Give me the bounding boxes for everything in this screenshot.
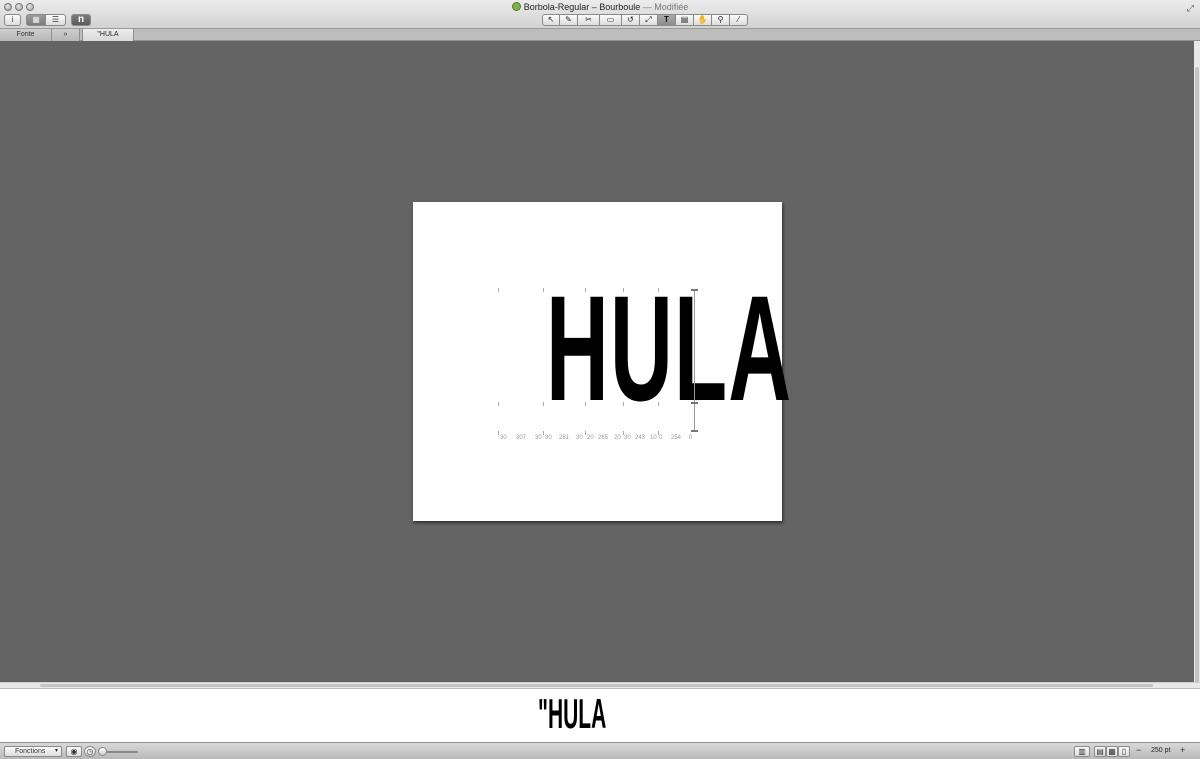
zoom-in-button[interactable]: + bbox=[1180, 745, 1185, 755]
measure-icon[interactable]: ⁄ bbox=[730, 14, 748, 26]
metric-tick bbox=[585, 431, 586, 435]
tab-hula[interactable]: "HULA bbox=[82, 29, 134, 41]
advance-width-line[interactable] bbox=[694, 290, 695, 431]
metric-tick bbox=[658, 402, 659, 406]
tab-overflow[interactable]: » bbox=[52, 29, 80, 41]
metric-value: 30 bbox=[500, 435, 507, 441]
document-name: Borbola-Regular – Bourboule bbox=[523, 2, 641, 12]
vertical-scroll-thumb[interactable] bbox=[1195, 67, 1199, 687]
metric-value: 30 bbox=[535, 435, 542, 441]
pen-icon[interactable]: ✎ bbox=[560, 14, 578, 26]
text-icon[interactable]: T bbox=[658, 14, 676, 26]
modified-status: — Modifiée bbox=[640, 2, 689, 12]
view-mode-segment: ▦ ☰ bbox=[26, 14, 66, 26]
functions-label: Fonctions bbox=[15, 748, 46, 755]
chevron-down-icon: ▾ bbox=[54, 748, 58, 754]
preview-size-label[interactable]: 250 pt bbox=[1151, 747, 1170, 754]
list-view-button[interactable]: ☰ bbox=[46, 14, 66, 26]
metric-value: 30 bbox=[624, 435, 631, 441]
metric-value: 30 bbox=[576, 435, 583, 441]
metric-value: 265 bbox=[598, 435, 609, 441]
metric-value: 10 bbox=[650, 435, 657, 441]
metric-value: 0 bbox=[689, 435, 693, 441]
eye-icon[interactable]: ◉ bbox=[66, 746, 82, 757]
rotate-icon[interactable]: ↺ bbox=[622, 14, 640, 26]
metric-value: 20 bbox=[614, 435, 621, 441]
rectangle-icon[interactable]: ▭ bbox=[600, 14, 622, 26]
scissors-icon[interactable]: ✂ bbox=[578, 14, 600, 26]
preview-text: "HULA bbox=[538, 690, 607, 737]
window-title: Borbola-Regular – Bourboule — Modifiée bbox=[0, 2, 1200, 12]
title-bar: Borbola-Regular – Bourboule — Modifiée ⤢… bbox=[0, 0, 1200, 29]
metric-tick bbox=[498, 431, 499, 435]
align-center-icon[interactable]: ▦ bbox=[1106, 746, 1118, 757]
metric-value: 281 bbox=[559, 435, 570, 441]
metric-tick bbox=[543, 431, 544, 435]
annotation-icon[interactable]: ▤ bbox=[676, 14, 694, 26]
fullscreen-icon[interactable]: ⤢ bbox=[1187, 3, 1194, 14]
info-button[interactable]: i bbox=[4, 14, 21, 26]
metric-tick bbox=[585, 288, 586, 292]
preview-size-slider-track[interactable] bbox=[104, 751, 138, 753]
zoom-out-button[interactable]: − bbox=[1136, 745, 1141, 755]
glyph-text[interactable]: HULA bbox=[546, 273, 792, 423]
glyph-page[interactable]: HULA 30 307 30 30 281 30 20 265 20 30 24… bbox=[413, 202, 791, 521]
advance-width-handle-bottom[interactable] bbox=[691, 430, 698, 432]
bottom-bar: Fonctions ▾ ◉ ◷ ▥ ▤ ▦ ▯ − 250 pt + bbox=[0, 742, 1200, 759]
metric-tick bbox=[623, 288, 624, 292]
metric-tick bbox=[585, 402, 586, 406]
metric-value: 254 bbox=[671, 435, 682, 441]
hand-icon[interactable]: ✋ bbox=[694, 14, 712, 26]
scale-icon[interactable]: ⤢ bbox=[640, 14, 658, 26]
metric-tick bbox=[498, 402, 499, 406]
metric-value: 20 bbox=[587, 435, 594, 441]
preview-layout-icon[interactable]: ▥ bbox=[1074, 746, 1090, 757]
left-toolbar: i ▦ ☰ n bbox=[4, 14, 91, 26]
functions-popup[interactable]: Fonctions ▾ bbox=[4, 746, 62, 757]
metric-value: 30 bbox=[545, 435, 552, 441]
align-right-icon[interactable]: ▯ bbox=[1118, 746, 1130, 757]
metric-tick bbox=[623, 402, 624, 406]
preview-panel: "HULA bbox=[0, 688, 1200, 742]
metric-value: 307 bbox=[516, 435, 527, 441]
metric-tick bbox=[543, 402, 544, 406]
metric-tick bbox=[498, 288, 499, 292]
metric-value: 0 bbox=[659, 435, 663, 441]
tab-bar: Fonte » "HULA bbox=[0, 29, 1200, 41]
grid-view-button[interactable]: ▦ bbox=[26, 14, 46, 26]
horizontal-scroll-thumb[interactable] bbox=[40, 684, 1153, 687]
metric-value: 243 bbox=[635, 435, 646, 441]
edit-toolbar: ↖ ✎ ✂ ▭ ↺ ⤢ T ▤ ✋ ⚲ ⁄ bbox=[542, 14, 748, 26]
vertical-scrollbar[interactable] bbox=[1194, 41, 1200, 687]
glyph-view-button[interactable]: n bbox=[71, 14, 91, 26]
pointer-icon[interactable]: ↖ bbox=[542, 14, 560, 26]
metric-tick bbox=[543, 288, 544, 292]
magnifier-icon[interactable]: ⚲ bbox=[712, 14, 730, 26]
advance-width-handle-top[interactable] bbox=[691, 289, 698, 291]
advance-width-handle-baseline[interactable] bbox=[691, 402, 698, 404]
tab-fonte[interactable]: Fonte bbox=[0, 29, 52, 41]
clock-icon[interactable]: ◷ bbox=[84, 746, 96, 757]
metric-tick bbox=[658, 288, 659, 292]
align-left-icon[interactable]: ▤ bbox=[1094, 746, 1106, 757]
app-icon bbox=[511, 2, 521, 11]
preview-size-slider-knob[interactable] bbox=[98, 747, 107, 756]
